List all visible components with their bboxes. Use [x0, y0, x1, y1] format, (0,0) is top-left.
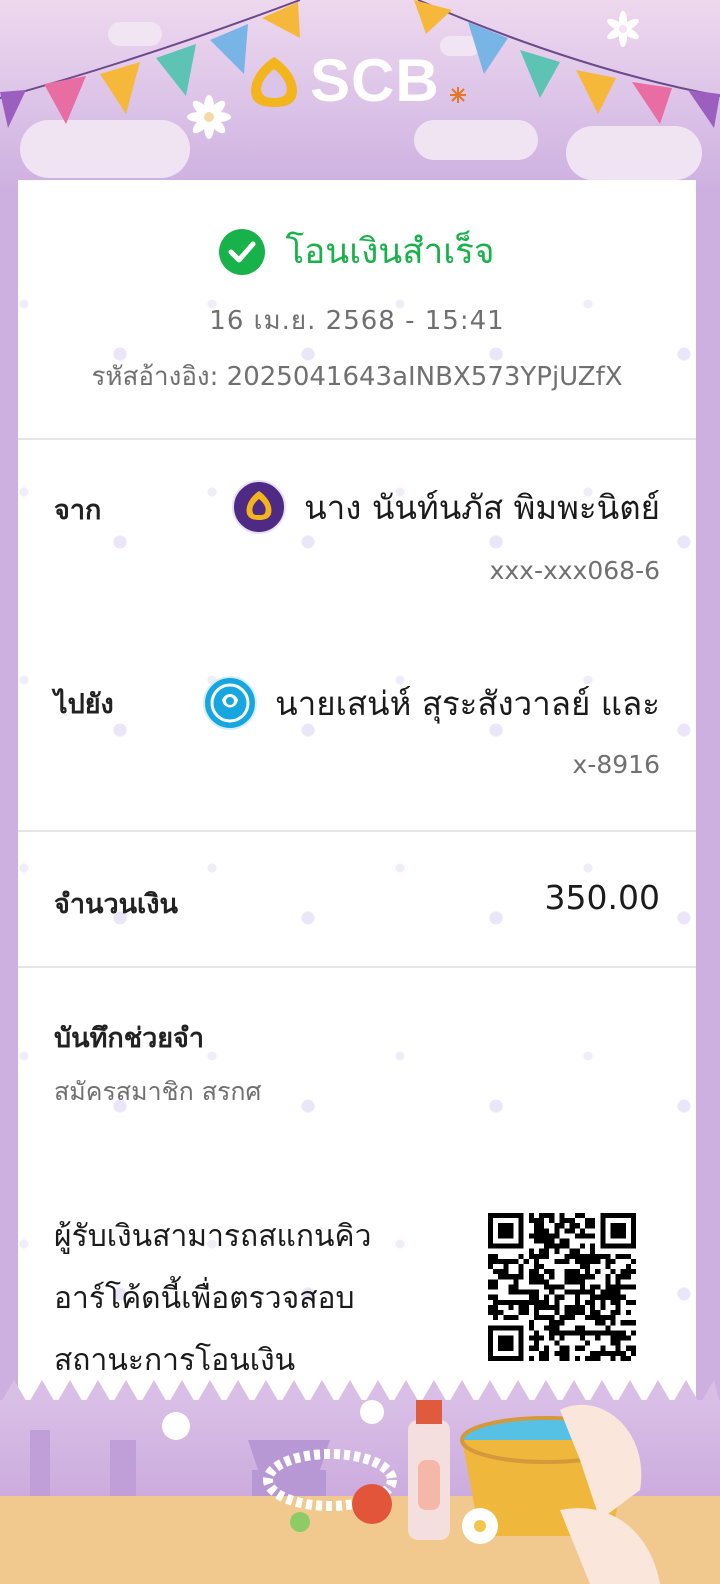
sender-name: นาง นันท์นภัส พิมพะนิตย์: [304, 487, 660, 527]
sender: นาง นันท์นภัส พิมพะนิตย์: [232, 480, 660, 534]
qr-instruction-line: ผู้รับเงินสามารถสแกนคิว: [54, 1219, 372, 1254]
scb-icon: [232, 480, 287, 534]
recipient-name: นายเสน่ห์ สุระสังวาลย์ และ: [275, 683, 660, 723]
sender-account: xxx-xxx068-6: [489, 556, 660, 585]
amount-label: จำนวนเงิน: [54, 889, 178, 920]
flower-decoration: [607, 11, 639, 47]
success-check-icon: [219, 228, 266, 275]
from-label: จาก: [54, 495, 102, 526]
transfer-receipt-card: โอนเงินสำเร็จ 16 เม.ย. 2568 - 15:41 รหัส…: [18, 180, 696, 1410]
brand-name: SCB: [310, 47, 440, 114]
to-label: ไปยัง: [54, 689, 114, 720]
qr-instruction-line: อาร์โค้ดนี้เพื่อตรวจสอบ: [54, 1281, 355, 1316]
flower-decoration: [187, 95, 231, 139]
festival-scene-decoration: [0, 1400, 720, 1584]
ktb-icon: [203, 676, 258, 730]
divider: [18, 438, 696, 440]
amount-value: 350.00: [544, 878, 660, 917]
verification-qr-code[interactable]: [488, 1213, 636, 1361]
songkran-footer-illustration: [0, 1400, 720, 1584]
divider: [18, 966, 696, 968]
transaction-datetime: 16 เม.ย. 2568 - 15:41: [209, 306, 505, 336]
festive-header-banner: SCB: [0, 0, 720, 190]
divider: [18, 830, 696, 832]
recipient-account: x-8916: [572, 750, 660, 779]
memo-label: บันทึกช่วยจำ: [54, 1023, 205, 1054]
qr-instruction: ผู้รับเงินสามารถสแกนคิว อาร์โค้ดนี้เพื่อ…: [54, 1206, 414, 1392]
memo-value: สมัครสมาชิก สรกศ: [54, 1077, 262, 1106]
scb-lotus-icon: [251, 57, 297, 107]
status-title: โอนเงินสำเร็จ: [285, 232, 495, 272]
scb-logo: SCB: [246, 46, 468, 116]
reference-number: รหัสอ้างอิง: 2025041643aINBX573YPjUZfX: [91, 362, 623, 392]
recipient: นายเสน่ห์ สุระสังวาลย์ และ: [203, 676, 660, 730]
transfer-status: โอนเงินสำเร็จ: [18, 224, 696, 279]
sparkle-icon: [449, 87, 466, 103]
